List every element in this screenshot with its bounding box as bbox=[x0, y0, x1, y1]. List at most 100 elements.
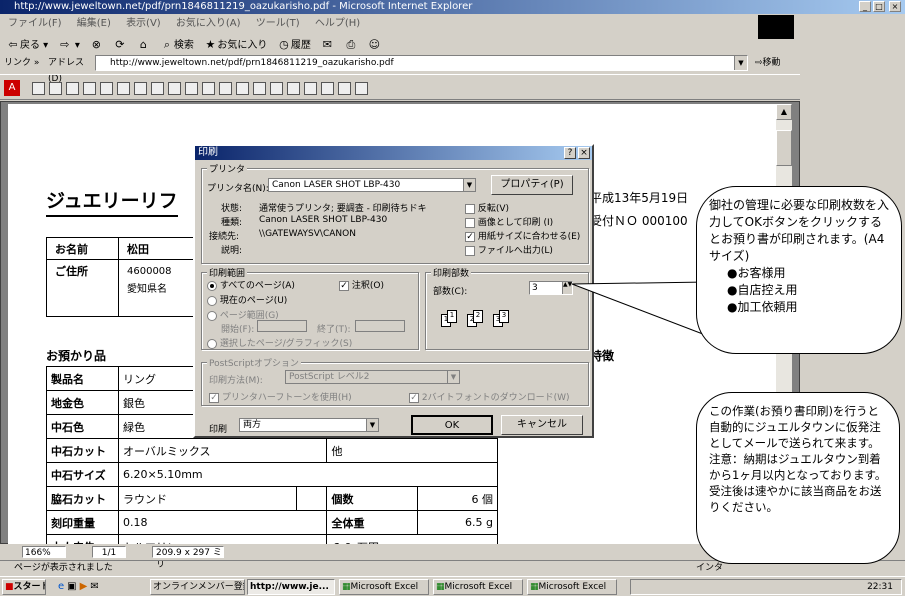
save-icon[interactable] bbox=[32, 81, 45, 95]
back-view-icon[interactable] bbox=[219, 81, 232, 95]
menu-help[interactable]: ヘルプ(H) bbox=[315, 18, 360, 29]
customer-box: お名前 松田 ご住所 4600008 愛知県名 bbox=[46, 237, 206, 317]
print-icon[interactable] bbox=[49, 81, 62, 95]
print-button[interactable]: ⎙ bbox=[344, 37, 358, 55]
search-button[interactable]: ⌕ 検索 bbox=[160, 37, 194, 55]
annotations-checkbox[interactable]: ✓ 注釈(O) bbox=[339, 278, 384, 291]
checkmark-icon: ✓ bbox=[339, 280, 349, 291]
ps-font-checkbox[interactable]: ✓ 2バイトフォントのダウンロード(W) bbox=[409, 390, 570, 403]
acrobat-logo-icon[interactable]: A bbox=[4, 80, 20, 96]
history-button[interactable]: ◷ 履歴 bbox=[277, 37, 311, 55]
first-page-icon[interactable] bbox=[151, 81, 164, 95]
callout-order-note: この作業(お預り書印刷)を行うと自動的にジュエルタウンに仮発注としてメールで送ら… bbox=[696, 392, 900, 564]
menu-bar: ファイル(F) 編集(E) 表示(V) お気に入り(A) ツール(T) ヘルプ(… bbox=[8, 16, 758, 32]
menu-file[interactable]: ファイル(F) bbox=[8, 18, 62, 29]
copy-icon[interactable] bbox=[83, 81, 96, 95]
page-field[interactable]: 1/1 bbox=[92, 546, 126, 558]
fit-width-icon[interactable] bbox=[287, 81, 300, 95]
receipt-number: 受付ＮＯ 000100 bbox=[590, 214, 688, 228]
properties-button[interactable]: プロパティ(P) bbox=[491, 175, 573, 195]
printer-name-select[interactable]: Canon LASER SHOT LBP-430 ▼ bbox=[268, 178, 476, 192]
ie-icon[interactable]: e bbox=[58, 581, 67, 592]
find-icon[interactable] bbox=[304, 81, 317, 95]
hand-tool-icon[interactable] bbox=[100, 81, 113, 95]
desktop-icon[interactable]: ▣ bbox=[67, 581, 79, 592]
forward-view-icon[interactable] bbox=[236, 81, 249, 95]
close-button[interactable]: × bbox=[889, 1, 901, 12]
favorites-icon: ★ bbox=[205, 38, 216, 51]
actual-size-icon[interactable] bbox=[253, 81, 266, 95]
history-icon: ◷ bbox=[279, 38, 289, 51]
print-what-select[interactable]: 両方 ▼ bbox=[239, 418, 379, 432]
outlook-icon[interactable]: ✉ bbox=[90, 581, 101, 592]
zoom-icon[interactable] bbox=[117, 81, 130, 95]
to-file-checkbox[interactable]: ファイルへ出力(L) bbox=[465, 243, 553, 256]
callout-pointer bbox=[571, 281, 709, 337]
links-label[interactable]: リンク » bbox=[4, 55, 48, 71]
scroll-up-icon[interactable]: ▲ bbox=[776, 104, 792, 120]
copies-input[interactable]: 3 ▲▼ bbox=[529, 281, 573, 295]
refresh-button[interactable]: ⟳ bbox=[113, 37, 127, 55]
last-page-icon[interactable] bbox=[202, 81, 215, 95]
as-image-checkbox[interactable]: 画像として印刷 (I) bbox=[465, 215, 553, 228]
media-icon[interactable]: ▶ bbox=[80, 581, 91, 592]
excel-icon: ▦ bbox=[342, 582, 351, 592]
selected-radio[interactable]: 選択したページ/グラフィック(S) bbox=[207, 336, 352, 349]
taskbar: ■スタート e▣▶✉ オンラインメンバー登録 http://www.je... … bbox=[0, 576, 905, 596]
help-button[interactable]: ? bbox=[564, 147, 576, 159]
reverse-checkbox[interactable]: 反転(V) bbox=[465, 201, 509, 214]
go-button[interactable]: ⇨移動 bbox=[755, 55, 800, 71]
fit-page-icon[interactable] bbox=[270, 81, 283, 95]
fit-paper-checkbox[interactable]: ✓ 用紙サイズに合わせる(E) bbox=[465, 229, 580, 242]
ps-method-select[interactable]: PostScript レベル2 ▼ bbox=[285, 370, 460, 384]
task-online-register[interactable]: オンラインメンバー登録 bbox=[150, 579, 245, 595]
mail-icon: ✉ bbox=[322, 38, 333, 51]
scroll-thumb[interactable] bbox=[776, 130, 792, 166]
navigation-pane-icon[interactable] bbox=[66, 81, 79, 95]
start-page-input[interactable] bbox=[257, 320, 307, 332]
home-button[interactable]: ⌂ bbox=[136, 37, 150, 55]
zoom-field[interactable]: 166% bbox=[22, 546, 66, 558]
ps-halftone-checkbox[interactable]: ✓ プリンタハーフトーンを使用(H) bbox=[209, 390, 352, 403]
task-excel-1[interactable]: ▦Microsoft Excel bbox=[339, 579, 429, 595]
chevron-down-icon[interactable]: ▼ bbox=[734, 56, 747, 70]
mail-button[interactable]: ✉ bbox=[320, 37, 334, 55]
all-pages-radio[interactable]: すべてのページ(A) bbox=[207, 278, 295, 291]
messenger-button[interactable]: ☺ bbox=[367, 37, 381, 55]
start-button[interactable]: ■スタート bbox=[2, 579, 46, 595]
prev-page-icon[interactable] bbox=[168, 81, 181, 95]
stop-button[interactable]: ⊗ bbox=[89, 37, 103, 55]
end-page-input[interactable] bbox=[355, 320, 405, 332]
name-value: 松田 bbox=[127, 243, 149, 256]
favorites-button[interactable]: ★ お気に入り bbox=[203, 37, 267, 55]
printer-name-label: プリンタ名(N): bbox=[207, 184, 269, 194]
cancel-button[interactable]: キャンセル bbox=[501, 415, 583, 435]
dialog-close-button[interactable]: × bbox=[578, 147, 590, 159]
address-label: アドレス(D) bbox=[48, 58, 85, 84]
window-title: http://www.jeweltown.net/pdf/prn18468112… bbox=[0, 0, 905, 14]
excel-icon: ▦ bbox=[530, 582, 539, 592]
rotate-right-icon[interactable] bbox=[355, 81, 368, 95]
menu-view[interactable]: 表示(V) bbox=[126, 18, 161, 29]
print-what-label: 印刷 bbox=[209, 425, 228, 435]
text-select-icon[interactable] bbox=[134, 81, 147, 95]
refresh-icon: ⟳ bbox=[115, 38, 125, 51]
menu-favorites[interactable]: お気に入り(A) bbox=[176, 18, 241, 29]
forward-button[interactable]: ⇨ ▾ bbox=[58, 37, 80, 55]
ok-button[interactable]: OK bbox=[411, 415, 493, 435]
current-page-radio[interactable]: 現在のページ(U) bbox=[207, 293, 287, 306]
menu-edit[interactable]: 編集(E) bbox=[77, 18, 111, 29]
menu-tools[interactable]: ツール(T) bbox=[256, 18, 300, 29]
minimize-button[interactable]: _ bbox=[859, 1, 871, 12]
home-icon: ⌂ bbox=[139, 38, 147, 51]
web-search-icon[interactable] bbox=[321, 81, 334, 95]
task-ie[interactable]: http://www.je... bbox=[247, 579, 335, 595]
rotate-icon[interactable] bbox=[338, 81, 351, 95]
document-title: ジュエリーリフ bbox=[46, 186, 178, 217]
next-page-icon[interactable] bbox=[185, 81, 198, 95]
maximize-button[interactable]: □ bbox=[873, 1, 885, 12]
back-button[interactable]: ⇦ 戻る ▾ bbox=[6, 37, 48, 55]
task-excel-3[interactable]: ▦Microsoft Excel bbox=[527, 579, 617, 595]
address-input[interactable]: http://www.jeweltown.net/pdf/prn18468112… bbox=[95, 55, 748, 71]
task-excel-2[interactable]: ▦Microsoft Excel bbox=[433, 579, 523, 595]
